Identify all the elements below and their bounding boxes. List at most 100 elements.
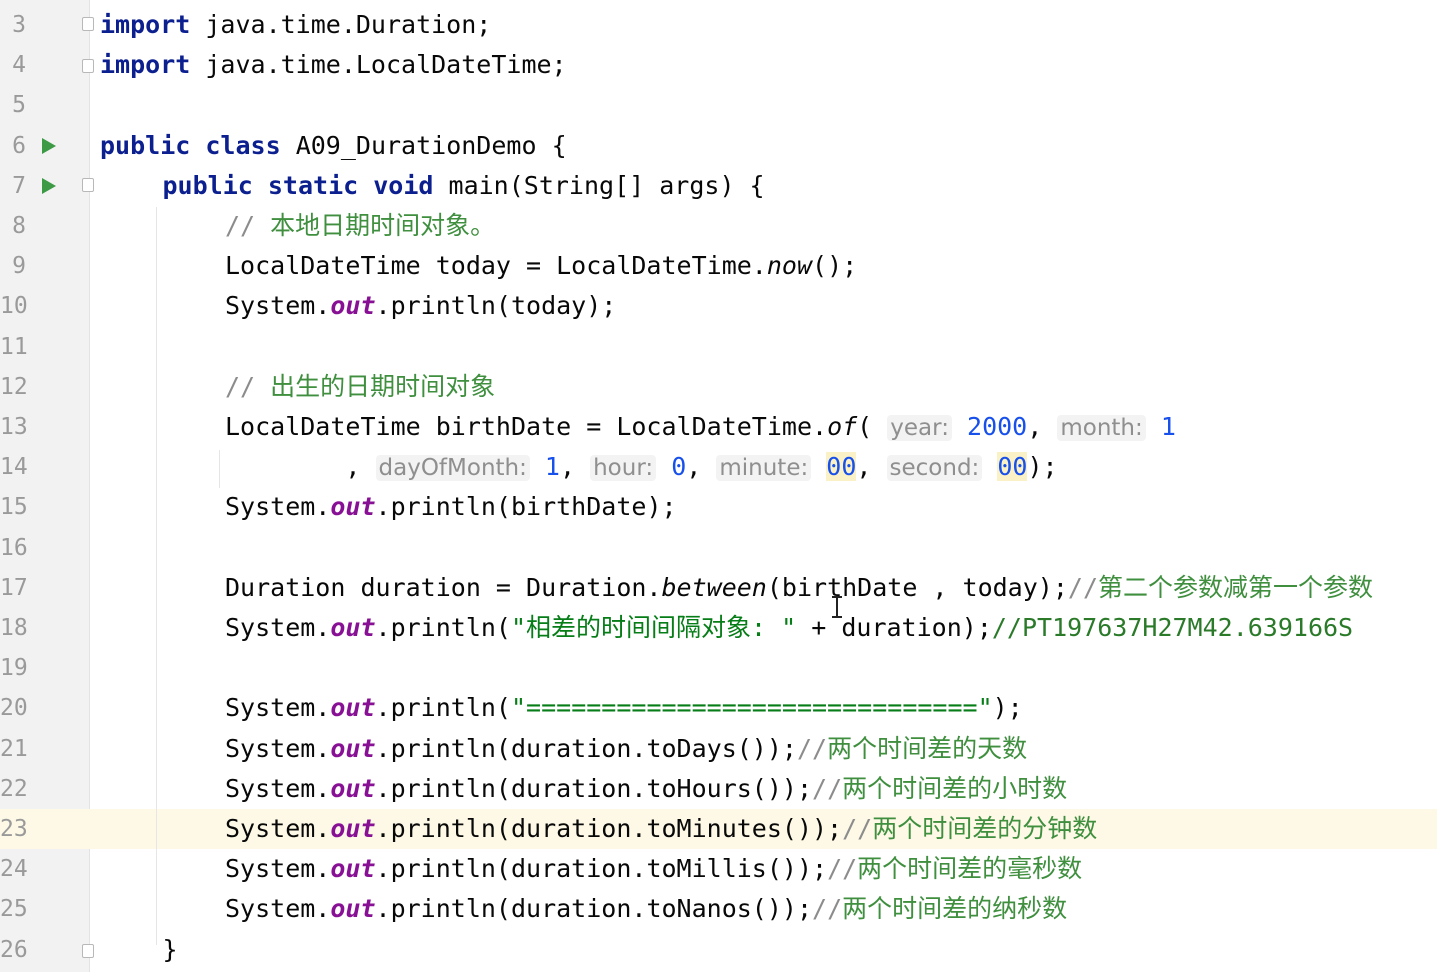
code-line[interactable]: 17 Duration duration = Duration.between(b… [0,568,1437,608]
line-number[interactable]: 23 [0,809,28,849]
code-line[interactable]: 18 System.out.println("相差的时间间隔对象: " + dur… [0,608,1437,648]
line-number[interactable]: 8 [0,206,26,246]
code-editor[interactable]: 3 import java.time.Duration; 4 import java.… [0,0,1437,972]
line-number[interactable]: 19 [0,648,28,688]
line-number[interactable]: 5 [0,85,26,125]
code-token: ); [1027,452,1058,482]
run-gutter-icon[interactable] [42,177,56,194]
code-token: "==============================" [510,693,993,723]
code-token: LocalDateTime birthDate = LocalDateTime. [225,412,828,441]
code-token: System. [225,733,331,763]
code-line[interactable]: 19 [0,648,1437,688]
code-token: .println(today); [375,291,617,321]
line-number[interactable]: 6 [0,126,26,166]
indent-guide [156,207,157,945]
line-number[interactable]: 20 [0,688,28,728]
code-line[interactable]: 21 System.out.println(duration.toDays());… [0,729,1437,769]
fold-marker-icon[interactable] [82,943,94,958]
line-number[interactable]: 18 [0,608,28,648]
code-line[interactable]: 24 System.out.println(duration.toMillis()… [0,849,1437,889]
line-number[interactable]: 9 [0,246,26,286]
code-token: // [1067,572,1098,602]
run-gutter-icon[interactable] [42,137,56,154]
code-token: .println(birthDate); [375,492,677,522]
line-number[interactable]: 21 [0,729,28,769]
line-number[interactable]: 16 [0,528,28,568]
code-token: 两个时间差的纳秒数 [842,894,1068,924]
line-number[interactable]: 12 [0,367,28,407]
code-token: 出生的日期时间对象 [270,371,496,401]
line-number[interactable]: 22 [0,769,28,809]
code-token: now [766,251,813,281]
fold-marker-icon[interactable] [82,59,94,74]
code-line[interactable]: 20 System.out.println("==================… [0,688,1437,728]
parameter-hint: month: [1057,415,1146,441]
code-token: 本地日期时间对象。 [270,211,496,240]
fold-marker-icon[interactable] [82,177,94,192]
fold-marker-icon[interactable] [82,17,94,31]
code-line[interactable]: 26} [0,930,1437,970]
code-token: public [100,130,191,160]
code-token: + duration); [796,613,992,642]
code-token: ( [857,412,888,441]
code-token: out [330,773,376,803]
line-number[interactable]: 15 [0,487,28,527]
code-token: out [330,894,376,924]
line-number[interactable]: 14 [0,447,28,487]
code-text: System.out.println("相差的时间间隔对象: " + durat… [225,608,1353,648]
code-token: 0 [671,452,687,482]
code-token: // [827,854,858,884]
line-number[interactable]: 26 [0,930,28,970]
code-token: out [330,291,376,321]
code-line[interactable]: 13 LocalDateTime birthDate = LocalDateTim… [0,407,1437,447]
code-line[interactable]: 5 [12,85,1437,125]
line-number[interactable]: 24 [0,849,28,889]
parameter-hint: hour: [590,455,657,482]
code-token: //PT197637H27M42.639166S [991,613,1354,642]
code-line[interactable]: 15 System.out.println(birthDate); [0,487,1437,527]
code-line[interactable]: 25 System.out.println(duration.toNanos())… [0,889,1437,929]
code-text: import java.time.Duration; [100,5,491,45]
code-text: System.out.println(birthDate); [225,487,677,527]
code-token: static [267,170,359,200]
code-line[interactable]: 8// 本地日期时间对象。 [12,206,1437,246]
code-token: System. [225,492,331,522]
line-number[interactable]: 25 [0,889,28,929]
code-line[interactable]: 14 , dayOfMonth: 1, hour: 0, minute: 00,… [0,447,1437,487]
code-line[interactable]: 4 import java.time.LocalDateTime; [12,45,1437,85]
code-token: LocalDateTime today = LocalDateTime. [225,251,767,281]
line-number[interactable]: 13 [0,407,28,447]
line-number[interactable]: 10 [0,286,28,326]
code-token: 00 [826,452,857,482]
line-number[interactable]: 4 [0,45,26,85]
line-number[interactable]: 11 [0,327,28,367]
code-token: System. [225,854,331,884]
line-number[interactable]: 7 [0,166,26,206]
indent-guide [219,450,220,488]
line-number[interactable]: 17 [0,568,28,608]
code-token: // [842,814,873,843]
line-number[interactable]: 3 [0,5,26,45]
code-token: Duration duration = Duration. [225,572,662,602]
code-line[interactable]: 3 import java.time.Duration; [12,5,1437,45]
code-line[interactable]: 6 public class A09_DurationDemo { [12,126,1437,166]
code-token: 1 [544,452,560,482]
code-line[interactable]: 16 [0,528,1437,568]
code-token: import [100,50,191,80]
code-line[interactable]: 7 public static void main(String[] args) … [12,166,1437,206]
code-line[interactable]: 9 LocalDateTime today = LocalDateTime.now… [12,246,1437,286]
code-line[interactable]: 12 // 出生的日期时间对象 [0,367,1437,407]
code-line[interactable]: 22 System.out.println(duration.toHours())… [0,769,1437,809]
code-text: System.out.println(duration.toMinutes())… [225,809,1097,849]
text-cursor [832,596,842,618]
code-line[interactable]: 11 [0,327,1437,367]
code-token: 2000 [967,412,1028,441]
code-line[interactable]: 23 System.out.println(duration.toMinutes(… [0,809,1437,849]
code-line[interactable]: 10 System.out.println(today); [0,286,1437,326]
code-token: out [330,814,376,843]
code-token: out [330,854,376,884]
